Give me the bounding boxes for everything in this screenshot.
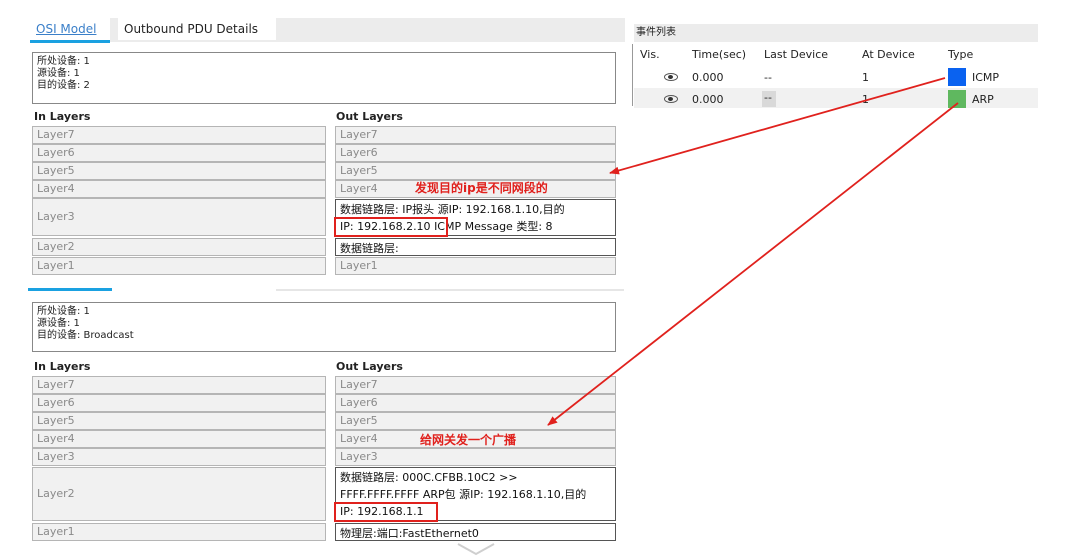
event-type: ICMP: [972, 71, 1000, 84]
highlight-destination-ip: [334, 217, 448, 237]
out-layer-1-active[interactable]: 物理层:端口:FastEthernet0: [335, 523, 616, 541]
pdu-separator-accent: [28, 288, 112, 291]
out-layers-header: Out Layers: [336, 110, 403, 123]
arp-color-swatch: [948, 90, 966, 108]
event-time: 0.000: [692, 93, 724, 106]
in-layer-6[interactable]: Layer6: [32, 144, 326, 162]
out-layer-2-active[interactable]: 数据链路层:: [335, 238, 616, 256]
highlight-gateway-ip: [334, 502, 438, 522]
event-last-device: --: [762, 91, 776, 107]
source-device: 源设备: 1: [37, 68, 80, 79]
event-list-title: 事件列表: [634, 24, 1038, 42]
out-layer-1[interactable]: Layer1: [335, 257, 616, 275]
chevron-down-icon[interactable]: [456, 540, 496, 560]
annotation-broadcast-to-gateway: 给网关发一个广播: [420, 433, 517, 447]
destination-device: 目的设备: 2: [37, 80, 90, 91]
out-layer-6[interactable]: Layer6: [335, 144, 616, 162]
pdu-separator: [276, 289, 624, 291]
event-at-device: 1: [862, 93, 869, 106]
out-layers-header: Out Layers: [336, 360, 403, 373]
current-device: 所处设备: 1: [37, 56, 90, 67]
in-layer-5[interactable]: Layer5: [32, 412, 326, 430]
col-at-device[interactable]: At Device: [862, 48, 915, 61]
pdu2-device-info: 所处设备: 1 源设备: 1 目的设备: Broadcast: [32, 302, 616, 352]
pdu1-device-info: 所处设备: 1 源设备: 1 目的设备: 2: [32, 52, 616, 104]
in-layer-1[interactable]: Layer1: [32, 257, 326, 275]
in-layer-2[interactable]: Layer2: [32, 238, 326, 256]
out-layer-5[interactable]: Layer5: [335, 162, 616, 180]
in-layer-3[interactable]: Layer3: [32, 448, 326, 466]
icmp-color-swatch: [948, 68, 966, 86]
col-last-device[interactable]: Last Device: [764, 48, 828, 61]
in-layer-5[interactable]: Layer5: [32, 162, 326, 180]
current-device: 所处设备: 1: [37, 306, 90, 317]
event-time: 0.000: [692, 71, 724, 84]
source-device: 源设备: 1: [37, 318, 80, 329]
in-layer-2[interactable]: Layer2: [32, 467, 326, 521]
icmp-message-type: ICMP Message 类型: 8: [434, 220, 553, 233]
event-at-device: 1: [862, 71, 869, 84]
tab-outbound-pdu-details[interactable]: Outbound PDU Details: [118, 18, 276, 40]
eye-icon[interactable]: [664, 73, 678, 81]
in-layer-6[interactable]: Layer6: [32, 394, 326, 412]
in-layer-1[interactable]: Layer1: [32, 523, 326, 541]
col-type[interactable]: Type: [948, 48, 973, 61]
layer2-detail-line2: FFFF.FFFF.FFFF ARP包 源IP: 192.168.1.10,目的: [340, 488, 587, 501]
col-vis[interactable]: Vis.: [640, 48, 660, 61]
in-layer-7[interactable]: Layer7: [32, 126, 326, 144]
in-layer-4[interactable]: Layer4: [32, 180, 326, 198]
out-layer-3[interactable]: Layer3: [335, 448, 616, 466]
event-list-divider: [632, 44, 633, 106]
tab-osi-model[interactable]: OSI Model: [30, 18, 110, 43]
destination-device: 目的设备: Broadcast: [37, 330, 134, 341]
event-type: ARP: [972, 93, 994, 106]
annotation-different-subnet: 发现目的ip是不同网段的: [415, 181, 548, 195]
in-layer-4[interactable]: Layer4: [32, 430, 326, 448]
in-layers-header: In Layers: [34, 360, 91, 373]
out-layer-5[interactable]: Layer5: [335, 412, 616, 430]
eye-icon[interactable]: [664, 95, 678, 103]
col-time[interactable]: Time(sec): [692, 48, 746, 61]
out-layer-7[interactable]: Layer7: [335, 376, 616, 394]
out-layer-7[interactable]: Layer7: [335, 126, 616, 144]
in-layers-header: In Layers: [34, 110, 91, 123]
layer2-detail-line1: 数据链路层: 000C.CFBB.10C2 >>: [340, 471, 518, 484]
in-layer-7[interactable]: Layer7: [32, 376, 326, 394]
in-layer-3[interactable]: Layer3: [32, 198, 326, 236]
out-layer-6[interactable]: Layer6: [335, 394, 616, 412]
event-last-device: --: [764, 71, 772, 84]
layer3-detail-line1: 数据链路层: IP报头 源IP: 192.168.1.10,目的: [340, 203, 565, 216]
